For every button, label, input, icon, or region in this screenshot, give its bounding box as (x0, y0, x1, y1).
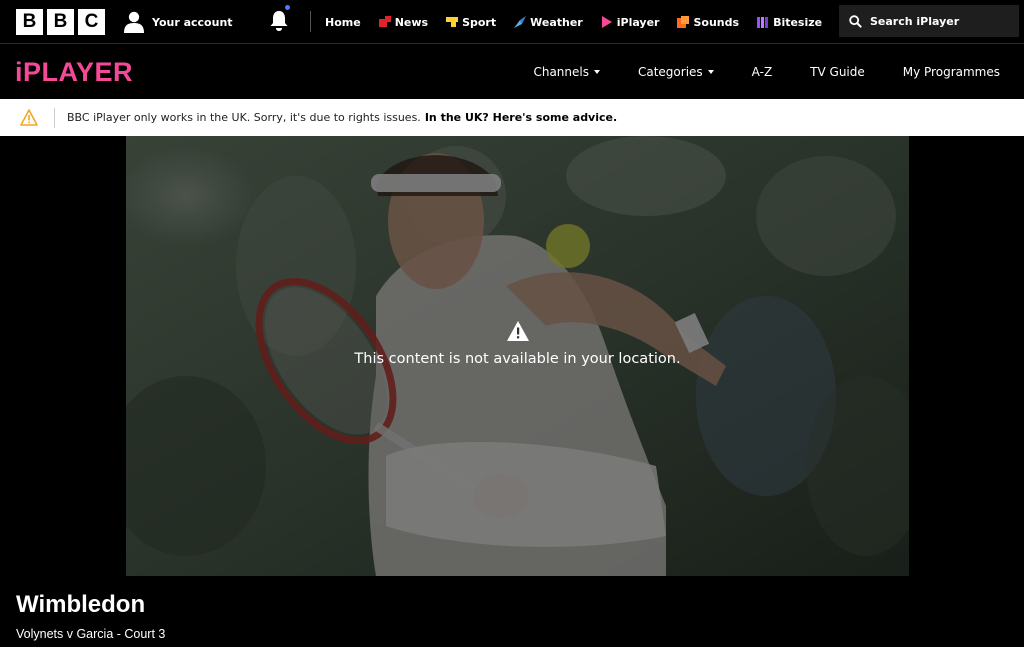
nav-bitesize-label: Bitesize (773, 15, 823, 29)
menu-tv-guide-label: TV Guide (810, 65, 865, 79)
warning-icon (20, 109, 38, 126)
iplayer-menu: Channels Categories A-Z TV Guide My Prog… (514, 45, 1019, 99)
account-link[interactable]: Your account (124, 10, 233, 34)
nav-home[interactable]: Home (316, 0, 370, 44)
video-player[interactable]: This content is not available in your lo… (126, 136, 909, 576)
programme-title: Wimbledon (16, 591, 146, 618)
search-label: Search iPlayer (870, 14, 960, 28)
alert-icon (506, 321, 529, 341)
global-nav: B B C Your account Home News Sport Weath… (0, 0, 1024, 44)
menu-categories-label: Categories (637, 65, 703, 79)
nav-sport[interactable]: Sport (437, 0, 505, 44)
bbc-logo[interactable]: B B C (16, 9, 105, 35)
nav-home-label: Home (325, 15, 361, 29)
bbc-logo-letter: B (47, 9, 74, 35)
unavailable-text: This content is not available in your lo… (354, 351, 681, 367)
banner-divider (54, 107, 55, 128)
notification-dot (285, 5, 290, 10)
iplayer-logo[interactable]: iPLAYER (15, 57, 133, 88)
menu-channels[interactable]: Channels (514, 65, 619, 79)
banner-message: BBC iPlayer only works in the UK. Sorry,… (67, 111, 421, 124)
nav-bitesize[interactable]: Bitesize (748, 0, 831, 44)
iplayer-header: iPLAYER Channels Categories A-Z TV Guide… (0, 45, 1024, 99)
nav-sounds-label: Sounds (693, 15, 740, 29)
menu-a-z[interactable]: A-Z (733, 65, 792, 79)
menu-tv-guide[interactable]: TV Guide (791, 65, 884, 79)
menu-channels-label: Channels (533, 65, 589, 79)
news-icon (378, 16, 391, 27)
nav-sounds[interactable]: Sounds (668, 0, 748, 44)
caret-down-icon (593, 70, 600, 74)
caret-down-icon (707, 70, 714, 74)
sounds-icon (677, 16, 690, 28)
notifications-button[interactable] (269, 5, 290, 32)
nav-weather[interactable]: Weather (505, 0, 592, 44)
iplayer-icon (601, 16, 612, 28)
search-button[interactable]: Search iPlayer (839, 5, 1019, 37)
bell-icon (270, 11, 288, 31)
account-label: Your account (152, 15, 233, 29)
weather-icon (514, 16, 527, 28)
nav-weather-label: Weather (530, 15, 583, 29)
menu-a-z-label: A-Z (751, 65, 773, 79)
bitesize-icon (757, 17, 769, 28)
global-nav-links: Home News Sport Weather iPlayer Sounds B… (316, 0, 881, 44)
programme-subtitle: Volynets v Garcia - Court 3 (16, 627, 166, 641)
nav-news[interactable]: News (370, 0, 437, 44)
menu-categories[interactable]: Categories (619, 65, 733, 79)
nav-iplayer[interactable]: iPlayer (592, 0, 669, 44)
unavailable-message: This content is not available in your lo… (126, 321, 909, 367)
bbc-logo-letter: B (16, 9, 43, 35)
user-icon (124, 11, 144, 33)
bbc-logo-letter: C (78, 9, 105, 35)
search-icon (849, 14, 862, 28)
advice-link[interactable]: In the UK? Here's some advice. (425, 111, 617, 124)
nav-iplayer-label: iPlayer (616, 15, 660, 29)
nav-news-label: News (394, 15, 429, 29)
menu-my-programmes[interactable]: My Programmes (884, 65, 1019, 79)
rights-warning-banner: BBC iPlayer only works in the UK. Sorry,… (0, 99, 1024, 136)
menu-my-programmes-label: My Programmes (902, 65, 1000, 79)
nav-divider (310, 11, 311, 32)
sport-icon (446, 17, 459, 27)
nav-sport-label: Sport (462, 15, 497, 29)
